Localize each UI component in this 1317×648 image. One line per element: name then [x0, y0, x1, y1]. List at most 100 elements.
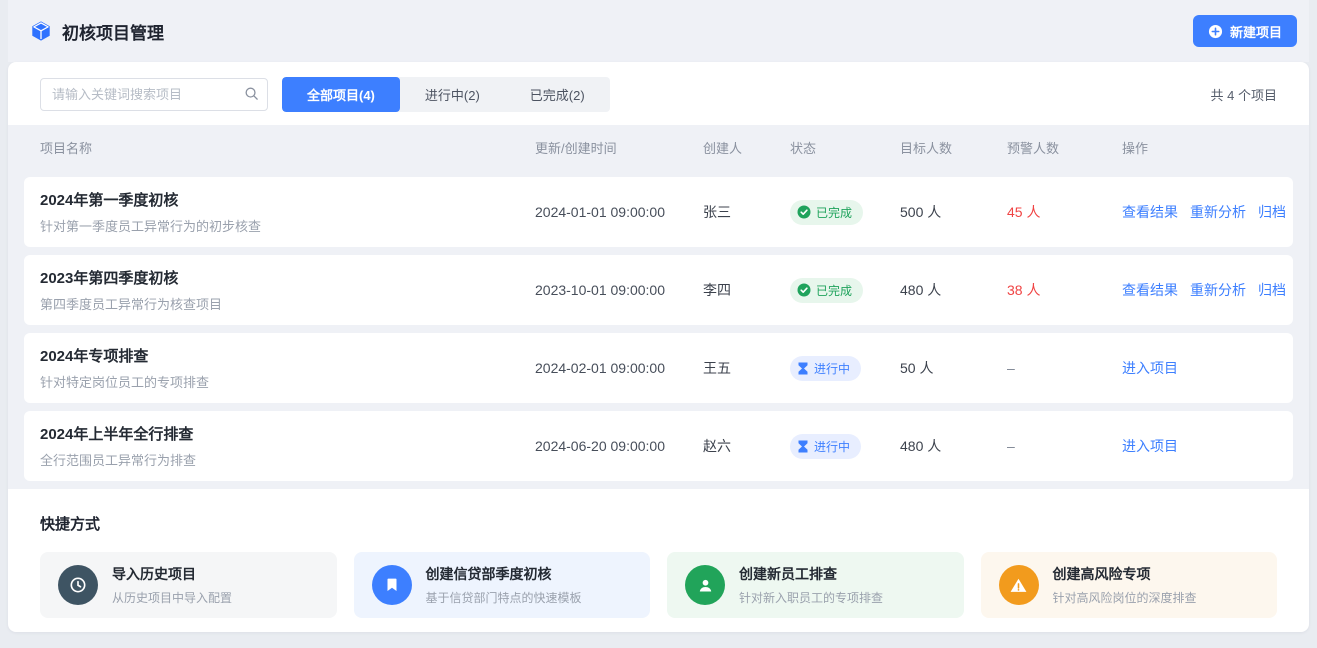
shortcut-create-credit-quarterly[interactable]: 创建信贷部季度初核基于信贷部门特点的快速模板	[354, 552, 651, 618]
shortcut-title: 导入历史项目	[112, 564, 232, 584]
tab-in-progress[interactable]: 进行中(2)	[400, 77, 505, 112]
shortcut-texts: 创建高风险专项针对高风险岗位的深度排查	[1053, 564, 1197, 606]
creator-name: 赵六	[703, 436, 790, 456]
shortcut-texts: 导入历史项目从历史项目中导入配置	[112, 564, 232, 606]
reanalyze-link[interactable]: 重新分析	[1190, 280, 1246, 300]
search-icon[interactable]	[244, 86, 259, 106]
column-header: 预警人数	[1007, 138, 1122, 157]
row-actions: 进入项目	[1122, 436, 1293, 456]
project-filter-tabs: 全部项目(4)进行中(2)已完成(2)	[282, 77, 610, 112]
plus-circle-icon	[1208, 24, 1223, 39]
table-row: 2024年第一季度初核针对第一季度员工异常行为的初步核查2024-01-01 0…	[24, 177, 1293, 247]
shortcut-description: 针对新入职员工的专项排查	[739, 589, 883, 606]
update-time: 2023-10-01 09:00:00	[535, 282, 703, 298]
bookmark-icon	[372, 565, 412, 605]
project-description: 全行范围员工异常行为排查	[40, 450, 535, 469]
status-cell: 进行中	[790, 356, 900, 381]
status-label: 进行中	[814, 360, 850, 377]
app-logo-cube-icon	[30, 20, 52, 42]
check-circle-icon	[797, 205, 811, 219]
project-name-cell: 2024年专项排查针对特定岗位员工的专项排查	[40, 345, 535, 391]
warning-count: –	[1007, 360, 1122, 376]
column-header: 操作	[1122, 138, 1309, 157]
status-badge: 已完成	[790, 200, 863, 225]
project-name: 2024年第一季度初核	[40, 189, 535, 210]
row-actions: 查看结果重新分析归档	[1122, 202, 1293, 222]
column-header: 状态	[790, 138, 900, 157]
view-results-link[interactable]: 查看结果	[1122, 202, 1178, 222]
total-project-count: 共 4 个项目	[1211, 85, 1277, 104]
table-header-row: 项目名称更新/创建时间创建人状态目标人数预警人数操作	[8, 125, 1309, 169]
project-description: 针对第一季度员工异常行为的初步核查	[40, 216, 535, 235]
update-time: 2024-06-20 09:00:00	[535, 438, 703, 454]
shortcut-title: 创建新员工排查	[739, 564, 883, 584]
column-header: 更新/创建时间	[535, 138, 703, 157]
new-project-button[interactable]: 新建项目	[1193, 15, 1297, 47]
target-count: 480 人	[900, 280, 1007, 300]
shortcut-description: 从历史项目中导入配置	[112, 589, 232, 606]
shortcut-create-high-risk[interactable]: 创建高风险专项针对高风险岗位的深度排查	[981, 552, 1278, 618]
page-title: 初核项目管理	[62, 19, 164, 44]
shortcut-title: 创建高风险专项	[1053, 564, 1197, 584]
creator-name: 张三	[703, 202, 790, 222]
user-icon	[685, 565, 725, 605]
table-row: 2024年专项排查针对特定岗位员工的专项排查2024-02-01 09:00:0…	[24, 333, 1293, 403]
hourglass-icon	[797, 362, 809, 375]
update-time: 2024-01-01 09:00:00	[535, 204, 703, 220]
update-time: 2024-02-01 09:00:00	[535, 360, 703, 376]
clock-icon	[58, 565, 98, 605]
hourglass-icon	[797, 440, 809, 453]
shortcuts-title: 快捷方式	[40, 513, 1277, 534]
project-name: 2024年专项排查	[40, 345, 535, 366]
tab-all[interactable]: 全部项目(4)	[282, 77, 400, 112]
status-badge: 进行中	[790, 356, 861, 381]
shortcut-description: 针对高风险岗位的深度排查	[1053, 589, 1197, 606]
archive-link[interactable]: 归档	[1258, 202, 1286, 222]
warning-count: 38 人	[1007, 280, 1122, 300]
status-badge: 已完成	[790, 278, 863, 303]
target-count: 500 人	[900, 202, 1007, 222]
column-header: 创建人	[703, 138, 790, 157]
view-results-link[interactable]: 查看结果	[1122, 280, 1178, 300]
archive-link[interactable]: 归档	[1258, 280, 1286, 300]
project-name-cell: 2024年第一季度初核针对第一季度员工异常行为的初步核查	[40, 189, 535, 235]
shortcut-texts: 创建新员工排查针对新入职员工的专项排查	[739, 564, 883, 606]
page-header: 初核项目管理 新建项目	[8, 0, 1309, 62]
shortcuts-section: 快捷方式 导入历史项目从历史项目中导入配置 创建信贷部季度初核基于信贷部门特点的快…	[8, 489, 1309, 618]
status-cell: 已完成	[790, 278, 900, 303]
shortcut-title: 创建信贷部季度初核	[426, 564, 582, 584]
target-count: 480 人	[900, 436, 1007, 456]
project-table: 项目名称更新/创建时间创建人状态目标人数预警人数操作 2024年第一季度初核针对…	[8, 125, 1309, 489]
table-row: 2023年第四季度初核第四季度员工异常行为核查项目2023-10-01 09:0…	[24, 255, 1293, 325]
warning-icon	[999, 565, 1039, 605]
column-header: 项目名称	[40, 138, 535, 157]
project-description: 针对特定岗位员工的专项排查	[40, 372, 535, 391]
warning-count: –	[1007, 438, 1122, 454]
shortcut-import-history[interactable]: 导入历史项目从历史项目中导入配置	[40, 552, 337, 618]
status-label: 进行中	[814, 438, 850, 455]
search-box	[40, 78, 268, 111]
status-cell: 进行中	[790, 434, 900, 459]
project-name-cell: 2024年上半年全行排查全行范围员工异常行为排查	[40, 423, 535, 469]
row-actions: 进入项目	[1122, 358, 1293, 378]
project-name: 2023年第四季度初核	[40, 267, 535, 288]
check-circle-icon	[797, 283, 811, 297]
shortcut-description: 基于信贷部门特点的快速模板	[426, 589, 582, 606]
status-badge: 进行中	[790, 434, 861, 459]
project-description: 第四季度员工异常行为核查项目	[40, 294, 535, 313]
enter-project-link[interactable]: 进入项目	[1122, 358, 1178, 378]
enter-project-link[interactable]: 进入项目	[1122, 436, 1178, 456]
reanalyze-link[interactable]: 重新分析	[1190, 202, 1246, 222]
status-label: 已完成	[816, 204, 852, 221]
tab-completed[interactable]: 已完成(2)	[505, 77, 610, 112]
search-input[interactable]	[40, 78, 268, 111]
shortcut-create-new-employee-check[interactable]: 创建新员工排查针对新入职员工的专项排查	[667, 552, 964, 618]
column-header: 目标人数	[900, 138, 1007, 157]
project-name: 2024年上半年全行排查	[40, 423, 535, 444]
shortcut-texts: 创建信贷部季度初核基于信贷部门特点的快速模板	[426, 564, 582, 606]
warning-count: 45 人	[1007, 202, 1122, 222]
new-project-label: 新建项目	[1230, 22, 1282, 41]
main-content-card: 全部项目(4)进行中(2)已完成(2) 共 4 个项目 项目名称更新/创建时间创…	[8, 62, 1309, 632]
project-name-cell: 2023年第四季度初核第四季度员工异常行为核查项目	[40, 267, 535, 313]
row-actions: 查看结果重新分析归档	[1122, 280, 1293, 300]
